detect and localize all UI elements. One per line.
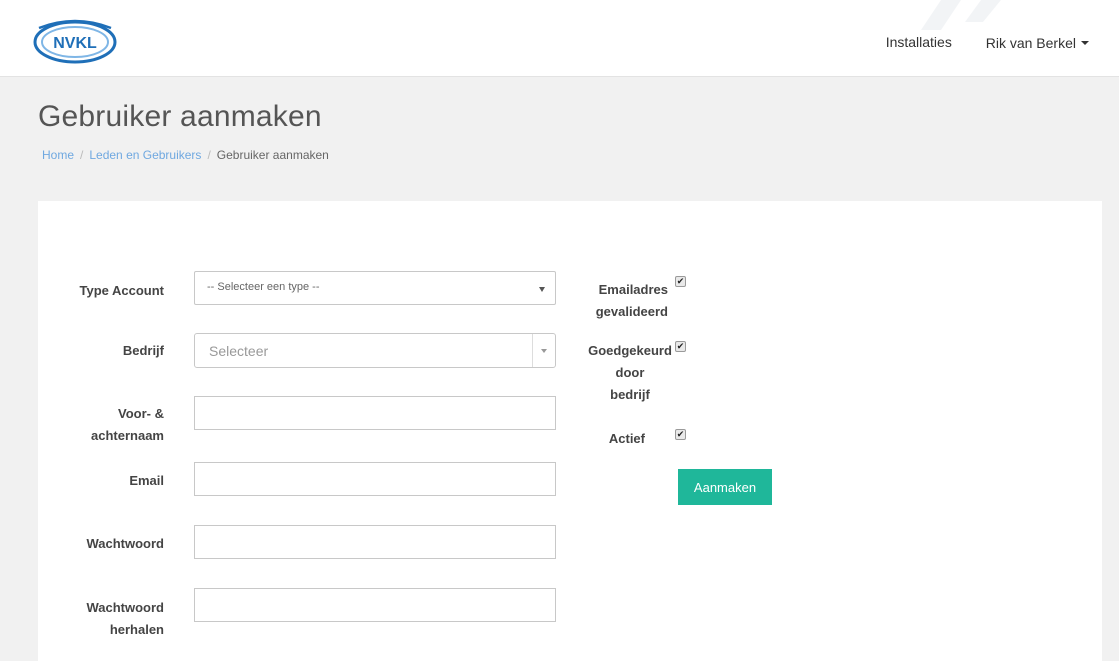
wachtwoord-label: Wachtwoord	[86, 536, 164, 551]
aanmaken-button[interactable]: Aanmaken	[678, 469, 772, 505]
naam-label-line1: Voor- &	[118, 406, 164, 421]
wachtwoord-herhalen-input[interactable]	[194, 588, 556, 622]
wachtwoord-herhalen-label: Wachtwoord herhalen	[34, 597, 164, 641]
breadcrumb-leden-link[interactable]: Leden en Gebruikers	[89, 148, 201, 162]
wachtwoord-input[interactable]	[194, 525, 556, 559]
emailadres-gevalideerd-label-line2: gevalideerd	[595, 304, 668, 319]
wachtwoord-herhalen-label-line1: Wachtwoord	[86, 600, 164, 615]
actief-checkbox[interactable]: ✔	[675, 429, 686, 440]
goedgekeurd-label: Goedgekeurd door bedrijf	[580, 340, 680, 406]
breadcrumb-home-link[interactable]: Home	[42, 148, 74, 162]
page-title: Gebruiker aanmaken	[38, 100, 322, 133]
user-menu-toggle[interactable]: Rik van Berkel	[986, 34, 1089, 51]
actief-label: Actief	[608, 431, 645, 446]
naam-input[interactable]	[194, 396, 556, 430]
goedgekeurd-label-line2: door	[615, 365, 645, 380]
breadcrumb-current: Gebruiker aanmaken	[216, 148, 329, 162]
type-account-label: Type Account	[79, 283, 164, 298]
goedgekeurd-label-line1: Goedgekeurd	[588, 343, 672, 358]
email-input[interactable]	[194, 462, 556, 496]
breadcrumb-separator: /	[207, 148, 211, 162]
goedgekeurd-label-line3: bedrijf	[610, 387, 650, 402]
emailadres-gevalideerd-checkbox[interactable]: ✔	[675, 276, 686, 287]
nav-links: Installaties Rik van Berkel	[856, 33, 1089, 51]
wachtwoord-herhalen-label-line2: herhalen	[109, 622, 164, 637]
email-label: Email	[129, 473, 164, 488]
goedgekeurd-checkbox[interactable]: ✔	[675, 341, 686, 352]
top-navbar: NVKL Installaties Rik van Berkel	[0, 0, 1119, 77]
emailadres-gevalideerd-label-line1: Emailadres	[598, 282, 668, 297]
naam-label-line2: achternaam	[91, 428, 164, 443]
breadcrumb: Home / Leden en Gebruikers / Gebruiker aanma…	[42, 148, 329, 162]
bedrijf-placeholder: Selecteer	[209, 343, 269, 359]
select-divider	[532, 334, 533, 367]
nav-installaties-link[interactable]: Installaties	[886, 34, 952, 50]
type-account-selected-value: -- Selecteer een type --	[207, 281, 320, 293]
breadcrumb-separator: /	[80, 148, 84, 162]
caret-down-icon	[1081, 40, 1089, 45]
svg-text:NVKL: NVKL	[53, 35, 97, 52]
user-name: Rik van Berkel	[985, 34, 1076, 51]
watermark-graphic	[921, 0, 1001, 30]
type-account-select[interactable]: -- Selecteer een type --	[194, 271, 556, 305]
dropdown-arrow-icon	[541, 349, 547, 353]
emailadres-gevalideerd-label: Emailadres gevalideerd	[538, 279, 668, 323]
bedrijf-label: Bedrijf	[122, 343, 164, 358]
nvkl-logo[interactable]: NVKL	[33, 18, 117, 64]
naam-label: Voor- & achternaam	[34, 403, 164, 447]
bedrijf-select[interactable]: Selecteer	[194, 333, 556, 368]
